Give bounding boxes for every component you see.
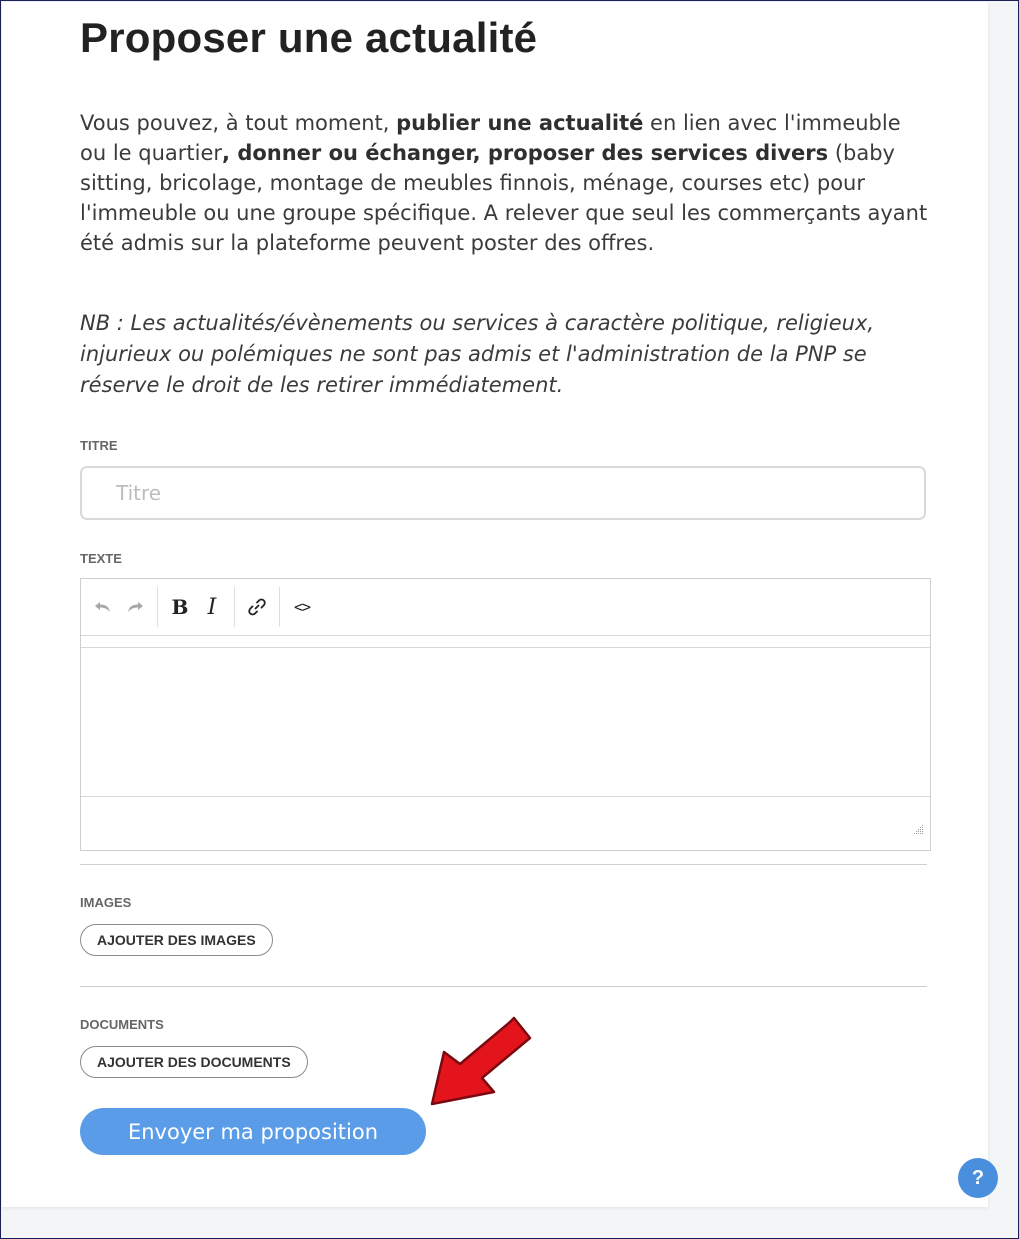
intro-text: Vous pouvez, à tout moment, publier une … [80,111,928,255]
text-label: TEXTE [80,551,122,566]
editor-toolbar: B I <> [81,579,930,636]
history-group [81,587,158,627]
bold-button[interactable]: B [166,592,194,622]
add-images-button[interactable]: AJOUTER DES IMAGES [80,924,273,956]
editor-footer [81,797,930,851]
submit-button[interactable]: Envoyer ma proposition [80,1108,426,1155]
images-label: IMAGES [80,895,132,910]
redo-icon[interactable] [121,592,149,622]
title-input[interactable] [80,466,926,520]
editor-content-area[interactable] [81,648,930,797]
form-card: Proposer une actualité Vous pouvez, à to… [2,2,988,1207]
rich-text-editor: B I <> [80,578,931,851]
format-group: B I [158,587,235,627]
resize-handle-icon[interactable] [914,825,924,835]
help-button[interactable]: ? [958,1158,998,1198]
page-margin [990,2,1017,1237]
page-title: Proposer une actualité [80,14,538,61]
disclaimer-note: NB : Les actualités/évènements ou servic… [80,311,875,397]
link-group [235,587,280,627]
documents-label: DOCUMENTS [80,1017,164,1032]
undo-icon[interactable] [89,592,117,622]
divider [80,864,927,865]
red-arrow-annotation-icon [430,1016,532,1106]
add-documents-button[interactable]: AJOUTER DES DOCUMENTS [80,1046,308,1078]
title-label: TITRE [80,438,118,453]
link-icon[interactable] [243,592,271,622]
italic-button[interactable]: I [198,592,226,622]
code-group: <> [280,587,324,627]
divider [80,986,927,987]
code-button[interactable]: <> [288,592,316,622]
